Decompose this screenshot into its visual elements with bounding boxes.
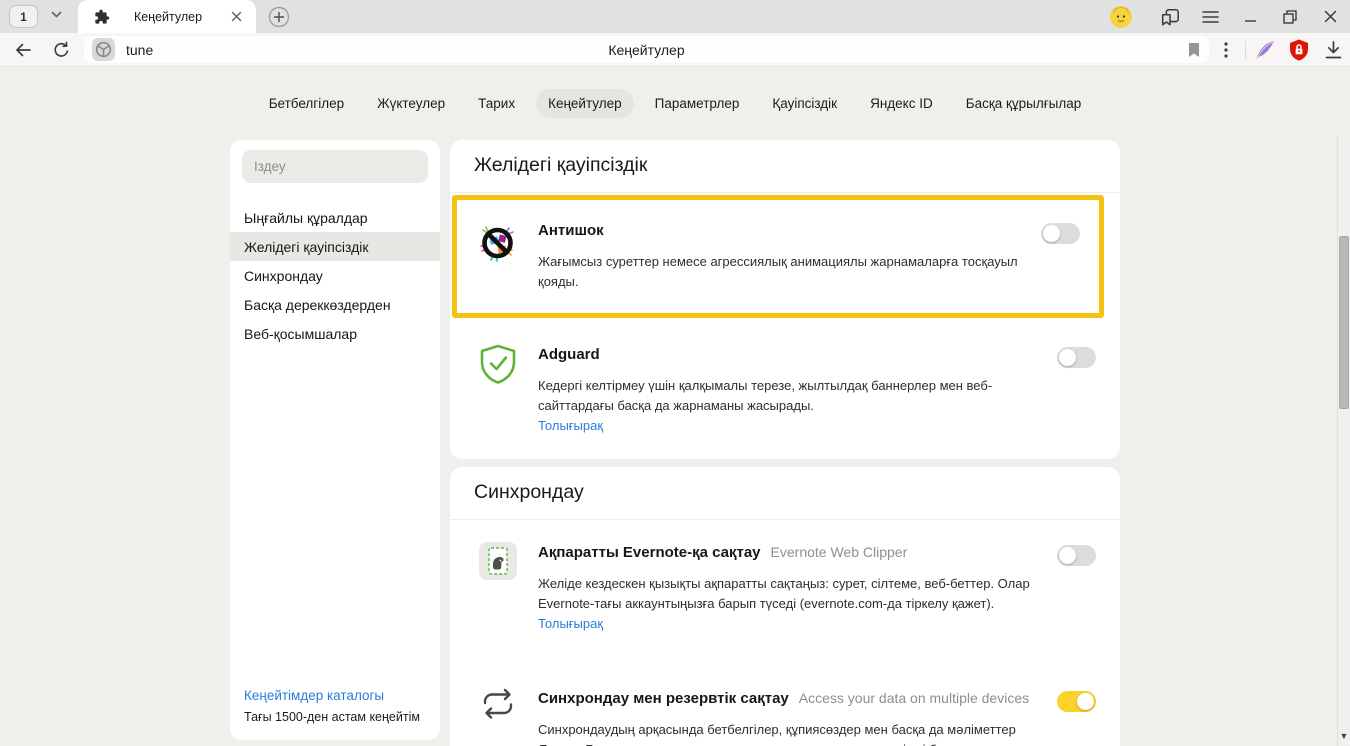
nav-tab-other-devices[interactable]: Басқа құрылғылар (954, 89, 1094, 118)
antishock-toggle[interactable] (1041, 223, 1080, 244)
extension-description: Кедергі келтірмеу үшін қалқымалы терезе,… (538, 376, 1028, 416)
extension-subtitle: Access your data on multiple devices (799, 690, 1029, 706)
window-minimize-button[interactable] (1230, 0, 1270, 33)
search-input[interactable] (242, 150, 428, 183)
antishock-icon (474, 219, 522, 266)
feather-extension-icon[interactable] (1248, 33, 1282, 67)
sidebar-item-network-security[interactable]: Желідегі қауіпсіздік (230, 232, 440, 261)
repeat-arrows-icon (474, 687, 522, 720)
address-bar[interactable]: tune Кеңейтулер (84, 36, 1209, 63)
extension-description: Синхрондаудың арқасында бетбелгілер, құп… (538, 720, 1045, 746)
tab-list-chevron-button[interactable] (38, 0, 74, 33)
section-title: Синхрондау (450, 467, 1120, 520)
new-tab-button[interactable] (267, 5, 291, 29)
downloads-button[interactable] (1316, 33, 1350, 67)
toolbar: tune Кеңейтулер (0, 33, 1350, 67)
extensions-catalog-note: Тағы 1500-ден астам кеңейтім (244, 710, 426, 724)
extension-row-antishock: Антишок Жағымсыз суреттер немесе агресси… (452, 195, 1104, 318)
nav-tab-history[interactable]: Тарих (466, 89, 527, 118)
sidebar-item-web-apps[interactable]: Веб-қосымшалар (230, 319, 440, 348)
nav-tab-downloads[interactable]: Жүктеулер (365, 89, 457, 118)
address-bar-page-title: Кеңейтулер (84, 42, 1209, 58)
sidebar-item-handy-tools[interactable]: Ыңғайлы құралдар (230, 203, 440, 232)
browser-window: 1 Кеңейтулер (0, 0, 1350, 746)
puzzle-icon (94, 9, 110, 25)
back-button[interactable] (4, 33, 42, 67)
window-restore-button[interactable] (1270, 0, 1310, 33)
menu-hamburger-button[interactable] (1190, 0, 1230, 33)
tab-close-button[interactable] (226, 7, 246, 27)
nav-tab-settings[interactable]: Параметрлер (643, 89, 752, 118)
extension-description: Желіде кездескен қызықты ақпаратты сақта… (538, 574, 1045, 614)
nav-tab-yandex-id[interactable]: Яндекс ID (858, 89, 945, 118)
nav-tab-extensions[interactable]: Кеңейтулер (536, 89, 634, 118)
adguard-shield-icon (474, 343, 522, 386)
extension-name: Ақпаратты Evernote-қа сақтау (538, 544, 761, 561)
extensions-catalog-link[interactable]: Кеңейтімдер каталогы (244, 688, 426, 703)
extension-description: Жағымсыз суреттер немесе агрессиялық ани… (538, 252, 1029, 292)
tab-title: Кеңейтулер (110, 10, 226, 24)
adguard-toggle[interactable] (1057, 347, 1096, 368)
window-close-button[interactable] (1310, 0, 1350, 33)
sync-backup-toggle[interactable] (1057, 691, 1096, 712)
evernote-elephant-icon (474, 541, 522, 580)
extension-name: Adguard (538, 346, 600, 363)
bookmark-flag-icon[interactable] (1187, 42, 1201, 58)
extension-row-evernote: Ақпаратты Evernote-қа сақтау Evernote We… (450, 520, 1120, 657)
toolbar-divider (1245, 41, 1246, 59)
page-scrollbar[interactable]: ▼ (1337, 136, 1350, 746)
settings-page: Бетбелгілер Жүктеулер Тарих Кеңейтулер П… (0, 68, 1350, 746)
scrollbar-down-arrow[interactable]: ▼ (1338, 731, 1350, 741)
protect-shield-icon[interactable] (1282, 33, 1316, 67)
extension-name: Антишок (538, 222, 604, 239)
more-link[interactable]: Толығырақ (538, 416, 1045, 436)
sidebar-item-sync[interactable]: Синхрондау (230, 261, 440, 290)
active-tab[interactable]: Кеңейтулер (78, 0, 256, 33)
url-text: tune (126, 42, 153, 58)
settings-nav-tabs: Бетбелгілер Жүктеулер Тарих Кеңейтулер П… (0, 68, 1350, 118)
section-network-security: Желідегі қауіпсіздік (450, 140, 1120, 459)
sidebar-item-other-sources[interactable]: Басқа дереккөздерден (230, 290, 440, 319)
nav-tab-bookmarks[interactable]: Бетбелгілер (257, 89, 356, 118)
evernote-toggle[interactable] (1057, 545, 1096, 566)
extension-name: Синхрондау мен резервтік сақтау (538, 690, 789, 707)
extension-row-adguard: Adguard Кедергі келтірмеу үшін қалқымалы… (450, 322, 1120, 459)
scrollbar-thumb[interactable] (1339, 236, 1349, 409)
tab-count-badge[interactable]: 1 (9, 5, 38, 28)
tab-bar: 1 Кеңейтулер (0, 0, 1350, 33)
toolbar-more-button[interactable] (1209, 33, 1243, 67)
nav-tab-security[interactable]: Қауіпсіздік (760, 89, 849, 118)
sidebar: Ыңғайлы құралдар Желідегі қауіпсіздік Си… (230, 140, 440, 740)
more-link[interactable]: Толығырақ (538, 614, 1045, 634)
profile-avatar[interactable] (1110, 6, 1132, 28)
extensions-list: Желідегі қауіпсіздік (450, 140, 1120, 746)
section-title: Желідегі қауіпсіздік (450, 140, 1120, 193)
reload-button[interactable] (42, 33, 80, 67)
chevron-down-icon (50, 8, 63, 26)
extension-row-sync-backup: Синхрондау мен резервтік сақтау Access y… (450, 657, 1120, 746)
section-sync: Синхрондау Ақпаратты Evernote-қа сақтау (450, 467, 1120, 746)
extension-subtitle: Evernote Web Clipper (771, 544, 908, 560)
collections-button[interactable] (1150, 0, 1190, 33)
tab-count-label: 1 (20, 10, 27, 24)
